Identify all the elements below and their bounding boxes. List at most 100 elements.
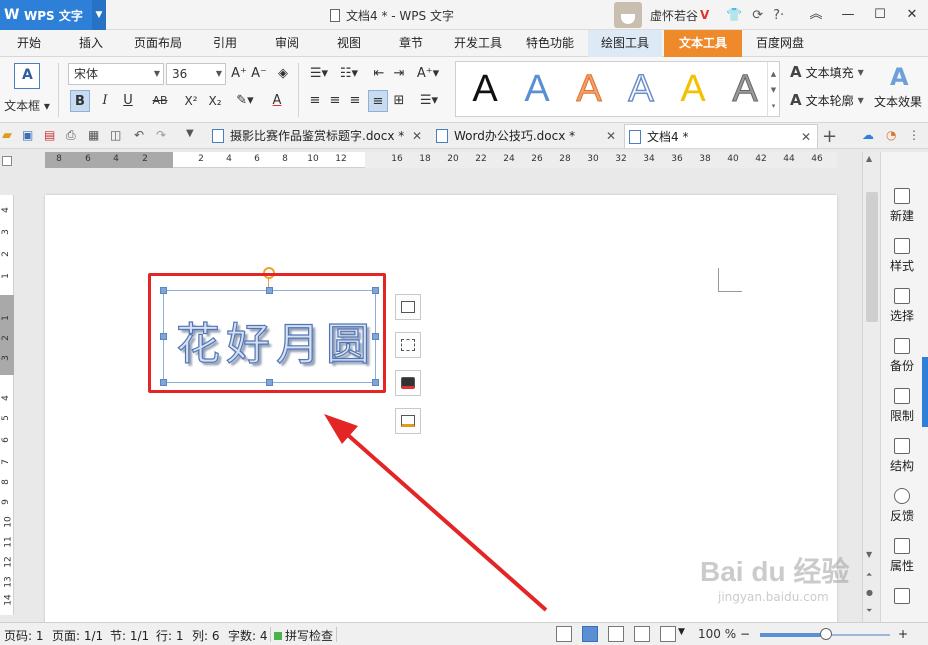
underline-button[interactable]: U — [118, 90, 138, 112]
undo-icon[interactable]: ↶ — [134, 128, 150, 144]
minimize-button[interactable]: — — [832, 0, 864, 30]
share-icon[interactable]: ⟳ — [752, 8, 763, 23]
tab-page-layout[interactable]: 页面布局 — [126, 30, 190, 57]
task-style[interactable]: 样式 — [881, 238, 923, 274]
increase-indent-icon[interactable]: ⇥ — [390, 63, 408, 85]
superscript-button[interactable]: X² — [180, 90, 202, 112]
print-preview-icon[interactable]: ▦ — [88, 128, 104, 144]
quick-access-dropdown-icon[interactable]: ▼ — [186, 128, 202, 144]
text-style-orange[interactable]: A — [566, 66, 612, 112]
text-direction-icon[interactable]: A⁺▾ — [416, 63, 440, 85]
align-left-icon[interactable]: ≡ — [306, 90, 324, 112]
doc-tab-3[interactable]: 文档4 * ✕ — [624, 124, 818, 148]
help-icon[interactable]: ?· — [773, 8, 784, 23]
zoom-slider-thumb[interactable] — [820, 628, 832, 640]
align-right-icon[interactable]: ≡ — [346, 90, 364, 112]
edit-shape-icon[interactable] — [395, 332, 421, 358]
more-icon[interactable]: ⋮ — [908, 128, 924, 144]
outline-view-icon[interactable] — [608, 626, 624, 642]
text-style-outline-blue[interactable]: A — [618, 66, 664, 112]
user-name[interactable]: 虚怀若谷 — [650, 7, 698, 24]
print-icon[interactable]: ⎙ — [66, 128, 82, 144]
close-tab-icon[interactable]: ✕ — [412, 124, 422, 148]
tab-developer[interactable]: 开发工具 — [446, 30, 510, 57]
proofread-icon[interactable]: ◫ — [110, 128, 126, 144]
scroll-up-icon[interactable]: ▲ — [866, 154, 872, 163]
tab-special[interactable]: 特色功能 — [518, 30, 582, 57]
tab-chapter[interactable]: 章节 — [386, 30, 436, 57]
strikethrough-button[interactable]: AB — [148, 90, 172, 112]
highlight-icon[interactable]: ✎▾ — [232, 90, 258, 112]
font-size-select[interactable]: 36 ▼ — [166, 63, 226, 85]
task-more[interactable] — [881, 588, 923, 607]
task-properties[interactable]: 属性 — [881, 538, 923, 574]
textbox-button[interactable]: 文本框 ▾ — [4, 61, 50, 119]
tab-start[interactable]: 开始 — [4, 30, 54, 57]
distribute-icon[interactable]: ⊞ — [390, 90, 408, 112]
bold-button[interactable]: B — [70, 90, 90, 112]
font-name-select[interactable]: 宋体 ▼ — [68, 63, 164, 85]
task-backup[interactable]: 备份 — [881, 338, 923, 374]
page-view-icon[interactable] — [582, 626, 598, 642]
tab-baidu-netdisk[interactable]: 百度网盘 — [748, 30, 812, 57]
chevron-down-icon[interactable]: ▼ — [92, 0, 106, 30]
tab-text-tools[interactable]: 文本工具 — [664, 30, 742, 57]
web-view-icon[interactable] — [634, 626, 650, 642]
save-icon[interactable]: ▣ — [22, 128, 38, 144]
new-tab-icon[interactable]: + — [822, 126, 837, 147]
scroll-thumb[interactable] — [866, 192, 878, 322]
horizontal-ruler[interactable]: 8 6 4 2 2 4 6 8 10 12 16 18 20 22 24 26 … — [45, 152, 837, 168]
text-style-blue[interactable]: A — [514, 66, 560, 112]
line-spacing-icon[interactable]: ☰▾ — [416, 90, 442, 112]
status-word-count[interactable]: 字数: 4 — [228, 627, 268, 644]
vertical-ruler[interactable]: 4 3 2 1 1 2 3 4 5 6 7 8 9 10 11 12 13 14 — [0, 195, 14, 615]
close-tab-icon[interactable]: ✕ — [606, 124, 616, 148]
fill-bucket-icon[interactable] — [395, 370, 421, 396]
justify-icon[interactable]: ≡ — [368, 90, 388, 112]
tab-drawing-tools[interactable]: 绘图工具 — [588, 30, 662, 57]
open-folder-icon[interactable]: ▰ — [2, 128, 18, 144]
tab-review[interactable]: 审阅 — [262, 30, 312, 57]
reading-view-icon[interactable] — [660, 626, 676, 642]
task-pane-toggle[interactable] — [922, 357, 928, 427]
text-style-yellow[interactable]: A — [670, 66, 716, 112]
task-structure[interactable]: 结构 — [881, 438, 923, 474]
gallery-scroll[interactable]: ▲ ▼ ▾ — [767, 62, 779, 116]
skin-icon[interactable]: 👕 — [726, 8, 742, 23]
tab-references[interactable]: 引用 — [200, 30, 250, 57]
cloud-icon[interactable]: ☁ — [862, 128, 878, 144]
redo-icon[interactable]: ↷ — [156, 128, 172, 144]
user-account[interactable]: 虚怀若谷 V — [614, 0, 709, 30]
next-page-icon[interactable]: ⏷ — [866, 606, 872, 616]
fullscreen-view-icon[interactable] — [556, 626, 572, 642]
task-restrict[interactable]: 限制 — [881, 388, 923, 424]
decrease-indent-icon[interactable]: ⇤ — [370, 63, 388, 85]
tab-view[interactable]: 视图 — [324, 30, 374, 57]
task-select[interactable]: 选择 — [881, 288, 923, 324]
collapse-ribbon-button[interactable]: ︽ — [800, 0, 832, 30]
maximize-button[interactable]: ☐ — [864, 0, 896, 30]
text-effect-icon[interactable]: A — [890, 63, 909, 91]
tab-insert[interactable]: 插入 — [66, 30, 116, 57]
task-new[interactable]: 新建 — [881, 188, 923, 224]
grow-font-button[interactable]: A⁺ — [230, 63, 248, 85]
zoom-level[interactable]: 100 % — [698, 627, 736, 641]
zoom-in-button[interactable]: + — [898, 627, 908, 641]
sync-icon[interactable]: ◔ — [886, 128, 902, 144]
status-page[interactable]: 页面: 1/1 — [52, 627, 103, 644]
clear-format-icon[interactable]: ◈ — [274, 63, 292, 85]
text-fill-button[interactable]: A 文本填充 ▼ — [790, 63, 864, 81]
task-feedback[interactable]: 反馈 — [881, 488, 923, 524]
text-effect-button[interactable]: 文本效果 — [874, 93, 922, 110]
layout-options-icon[interactable] — [395, 294, 421, 320]
text-outline-button[interactable]: A 文本轮廓 ▼ — [790, 91, 864, 109]
text-style-black[interactable]: A — [462, 66, 508, 112]
close-tab-icon[interactable]: ✕ — [801, 125, 811, 149]
zoom-out-button[interactable]: − — [740, 627, 750, 641]
align-center-icon[interactable]: ≡ — [326, 90, 344, 112]
view-dropdown-icon[interactable]: ▼ — [678, 627, 685, 637]
tab-stop-selector[interactable] — [2, 156, 12, 166]
status-page-code[interactable]: 页码: 1 — [4, 627, 44, 644]
doc-tab-2[interactable]: Word办公技巧.docx * ✕ — [432, 124, 622, 148]
bullet-list-icon[interactable]: ☰▾ — [306, 63, 332, 85]
